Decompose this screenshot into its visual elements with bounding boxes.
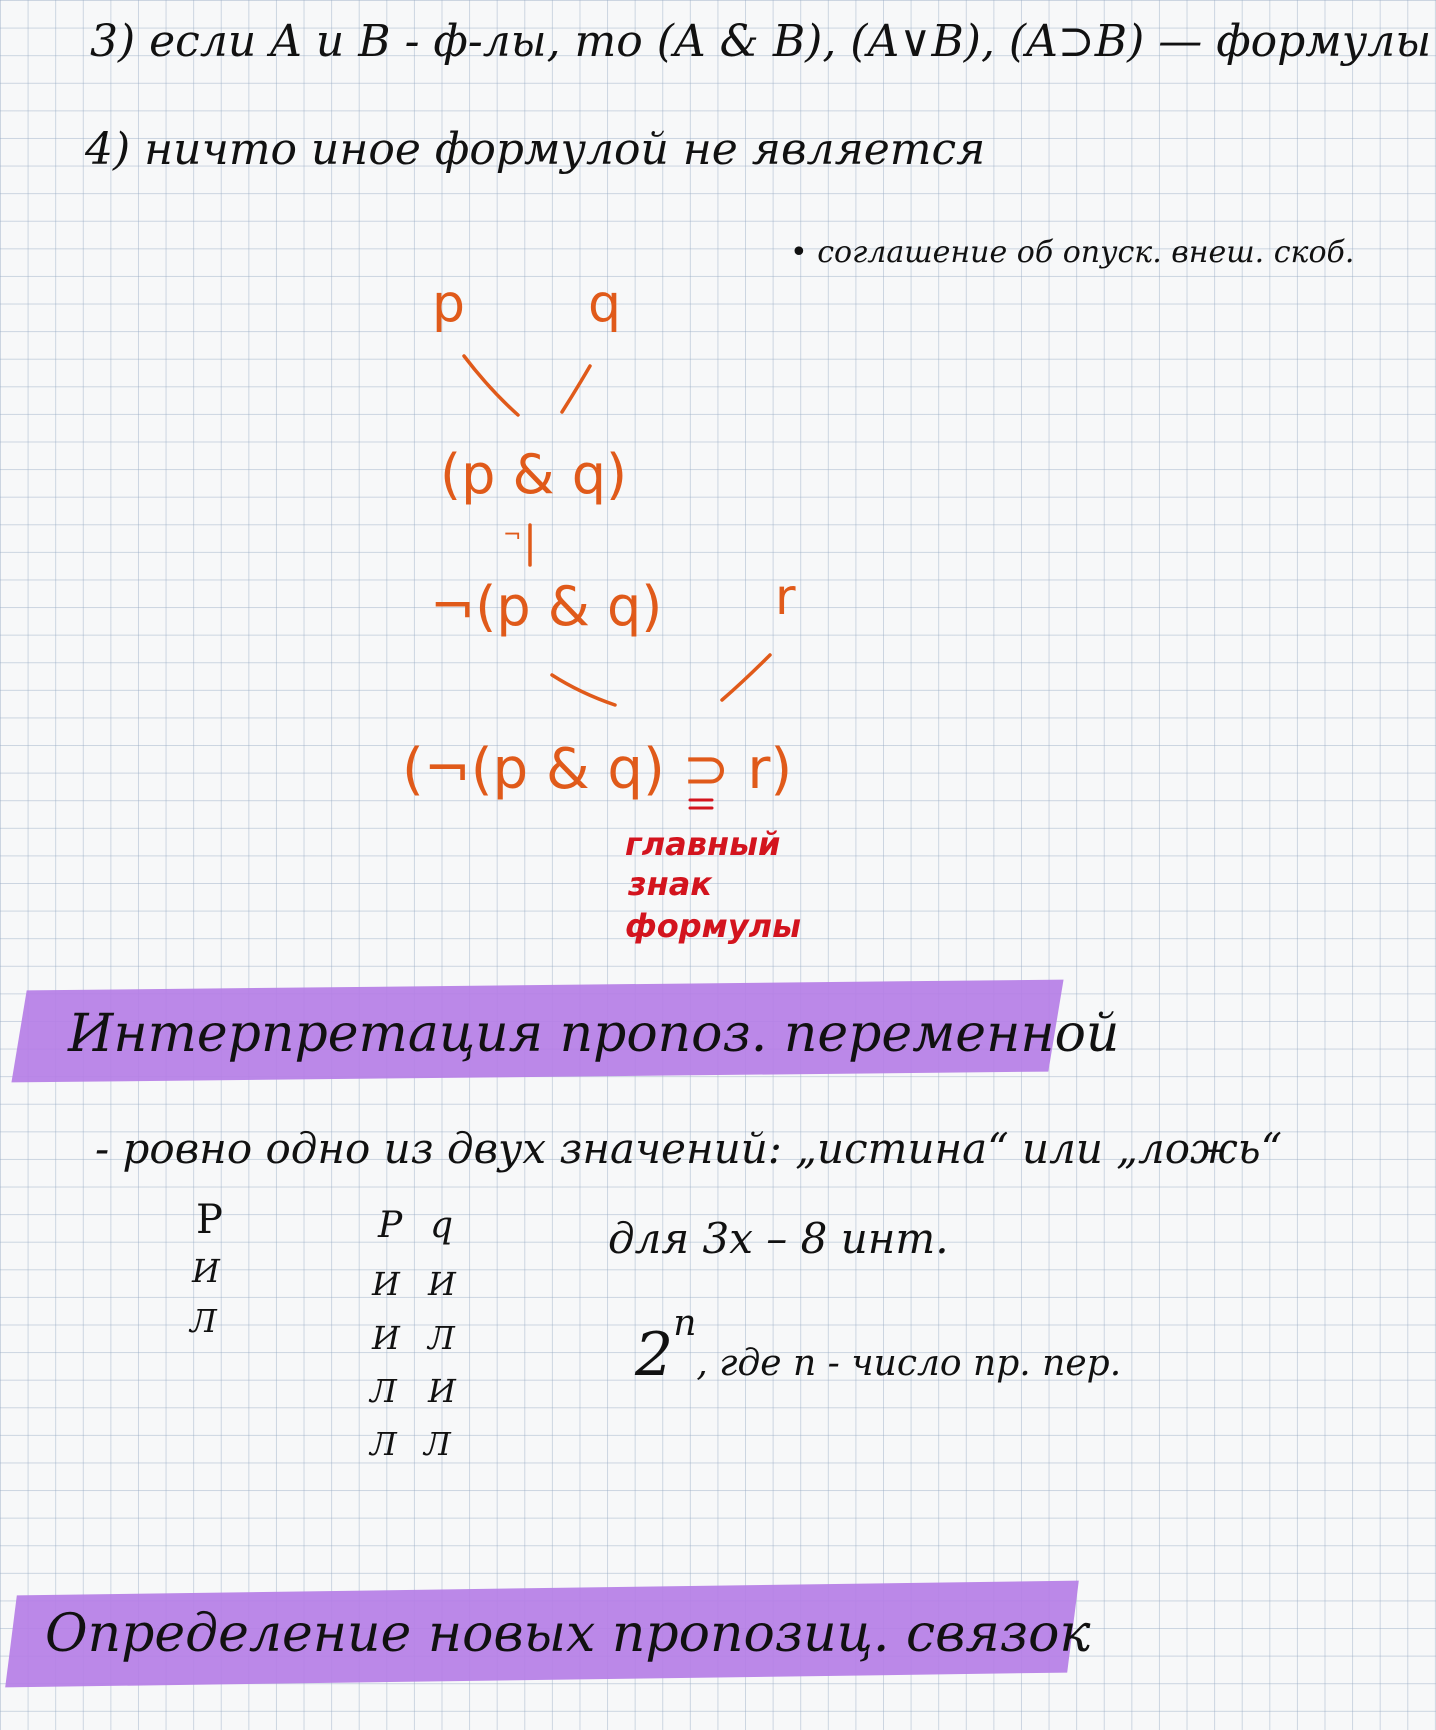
note-power-formula: 2n, где n - число пр. пер.: [635, 1306, 1122, 1386]
main-sign-label-2: знак: [628, 865, 713, 903]
formula-base: 2: [635, 1320, 674, 1390]
tree-node-p-and-q: (p & q): [440, 443, 628, 506]
table2-r4-c1: Л: [370, 1425, 397, 1463]
table2-r3-c2: И: [428, 1372, 456, 1410]
section-heading-interpretation: Интерпретация пропоз. переменной: [68, 1004, 1120, 1064]
table1-header-p: P: [196, 1197, 223, 1243]
main-sign-label-1: главный: [625, 825, 781, 863]
branch-q-right: [560, 364, 592, 414]
table2-r3-c1: Л: [370, 1372, 397, 1410]
table2-r2-c1: И: [372, 1319, 400, 1357]
branch-r-right: [720, 653, 772, 702]
table1-row-2: Л: [190, 1302, 217, 1340]
table2-r2-c2: Л: [428, 1319, 455, 1357]
formula-text: , где n - число пр. пер.: [696, 1343, 1122, 1384]
note-three-vars: для 3х – 8 инт.: [608, 1214, 949, 1263]
section-heading-new-connectives: Определение новых пропозиц. связок: [45, 1604, 1091, 1664]
formula-exponent: n: [673, 1303, 697, 1344]
tree-root-formula: (¬(p & q) ⊃ r): [402, 737, 793, 802]
section1-bullet: - ровно одно из двух значений: „истина“ …: [95, 1124, 1283, 1173]
table2-r4-c2: Л: [424, 1425, 451, 1463]
table1-row-1: И: [192, 1252, 220, 1290]
main-sign-label-3: формулы: [625, 907, 802, 945]
table2-r1-c2: И: [428, 1265, 456, 1303]
tree-node-neg-p-and-q: ¬(p & q): [430, 575, 663, 638]
branch-p-left: [462, 354, 520, 417]
tree-negation-symbol: ¬: [503, 523, 522, 548]
table2-r1-c1: И: [372, 1265, 400, 1303]
branch-neg-left: [550, 673, 617, 707]
table2-header-p: P: [378, 1205, 403, 1246]
tree-branches: [462, 354, 772, 810]
table2-header-q: q: [430, 1205, 454, 1246]
tree-node-r: r: [775, 568, 796, 626]
